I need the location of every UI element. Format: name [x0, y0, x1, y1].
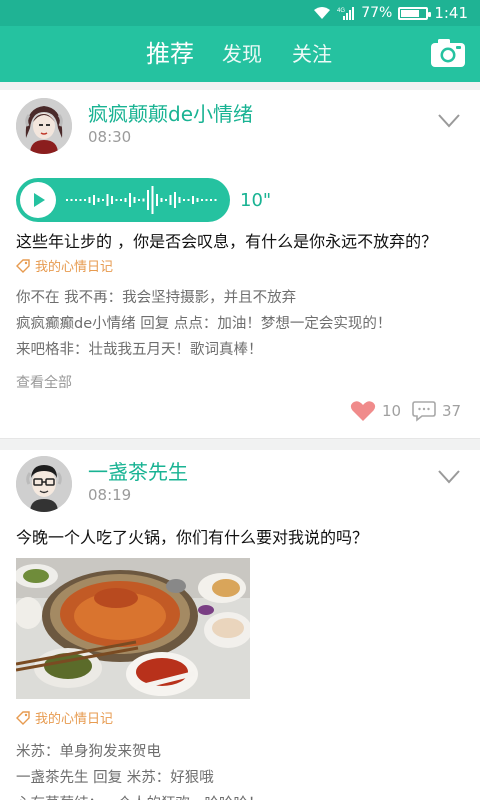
comment-line: 你不在 我不再：我会坚持摄影，并且不放弃 [16, 290, 297, 306]
play-icon[interactable] [20, 182, 56, 218]
voice-duration: 10" [240, 190, 272, 211]
battery-icon [398, 6, 432, 20]
top-nav: 推荐 发现 关注 [0, 26, 480, 82]
avatar[interactable] [16, 456, 72, 512]
topic-tag[interactable]: 我的心情日记 [16, 708, 113, 727]
svg-text:4G: 4G [337, 8, 345, 14]
post-divider [0, 438, 480, 450]
avatar[interactable] [16, 98, 72, 154]
post-content: 今晚一个人吃了火锅，你们有什么要对我说的吗？ [16, 528, 369, 547]
chevron-down-icon[interactable] [438, 470, 460, 484]
chevron-down-icon[interactable] [438, 114, 460, 128]
like-count: 10 [382, 402, 402, 420]
tab-recommend[interactable]: 推荐 [146, 26, 194, 82]
topic-tag-label: 我的心情日记 [35, 712, 114, 727]
voice-message-player[interactable] [16, 178, 230, 222]
post-card: 疯疯颠颠de小情绪 08:30 10" 这些年让步的 ，你是否会叹息，有什么是你… [0, 90, 480, 438]
top-divider [0, 82, 480, 90]
topic-tag[interactable]: 我的心情日记 [16, 256, 113, 275]
tag-icon [16, 710, 30, 725]
waveform-icon [66, 186, 217, 214]
like-button[interactable]: 10 [350, 400, 401, 422]
topic-tag-label: 我的心情日记 [35, 260, 114, 275]
signal-icon: 4G [337, 7, 355, 20]
post-card: 一盏茶先生 08:19 今晚一个人吃了火锅，你们有什么要对我说的吗？ 我的心情日… [0, 450, 480, 800]
view-all-comments-link[interactable]: 查看全部 [16, 372, 72, 392]
comment-line: 心有草莓结：一个人的狂欢，哈哈哈！ [16, 792, 263, 800]
tag-icon [16, 258, 30, 273]
comment-line: 米苏：单身狗发来贺电 [16, 744, 161, 760]
comment-button[interactable]: 37 [412, 400, 461, 422]
tab-follow[interactable]: 关注 [292, 26, 332, 82]
tab-discover[interactable]: 发现 [222, 26, 262, 82]
post-time: 08:19 [88, 486, 132, 504]
status-bar: 4G 77% 1:41 [0, 0, 480, 26]
camera-icon[interactable] [430, 38, 466, 68]
comment-line: 疯疯癫癫de小情绪 回复 点点：加油！梦想一定会实现的！ [16, 316, 392, 332]
username[interactable]: 疯疯颠颠de小情绪 [88, 98, 253, 127]
comment-line: 一盏茶先生 回复 米苏：好狠哦 [16, 770, 214, 786]
battery-percent: 77% [361, 5, 393, 21]
comment-line: 来吧格非：壮哉我五月天！歌词真棒！ [16, 342, 263, 358]
post-content: 这些年让步的 ，你是否会叹息，有什么是你永远不放弃的？ [16, 232, 438, 251]
comment-icon [412, 401, 436, 422]
wifi-icon [314, 7, 331, 19]
post-time: 08:30 [88, 128, 132, 146]
comment-count: 37 [442, 402, 462, 420]
username[interactable]: 一盏茶先生 [88, 456, 188, 485]
post-photo[interactable] [16, 558, 250, 699]
heart-icon [350, 401, 376, 421]
clock: 1:41 [434, 4, 468, 22]
